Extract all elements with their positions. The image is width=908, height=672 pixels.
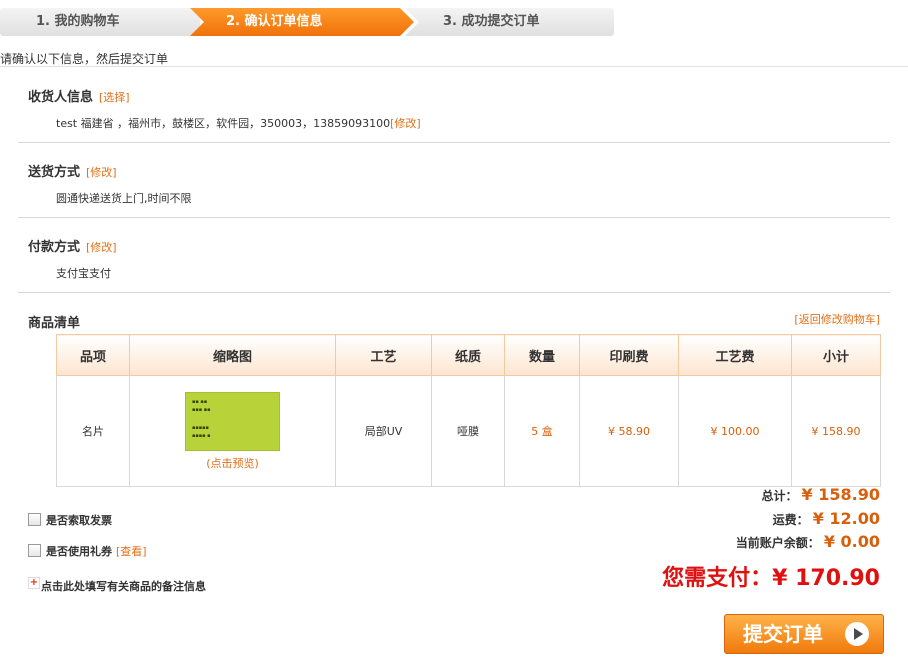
divider — [18, 217, 890, 218]
goods-section-title: 商品清单 — [28, 316, 81, 331]
thumbnail-cell: ▪▪ ▪▪ ▪▪▪ ▪▪ ▪▪▪▪▪ ▪▪▪▪ ▪ (点击预览) — [129, 375, 336, 487]
add-icon[interactable]: + — [28, 577, 40, 589]
table-row: 名片 ▪▪ ▪▪ ▪▪▪ ▪▪ ▪▪▪▪▪ ▪▪▪▪ ▪ (点击预览) 局部UV… — [56, 375, 881, 487]
paper-cell: 哑膜 — [431, 375, 505, 487]
col-header: 工艺费 — [678, 334, 792, 376]
col-header: 小计 — [791, 334, 881, 376]
col-header: 数量 — [504, 334, 580, 376]
goods-table: 品项 缩略图 工艺 纸质 数量 印刷费 工艺费 小计 名片 ▪▪ ▪▪ ▪▪▪ … — [56, 334, 881, 487]
receiver-section-title: 收货人信息 [选择] — [28, 90, 130, 105]
shipping-method: 圆通快递送货上门,时间不限 — [56, 192, 192, 205]
instruction-note: 请确认以下信息，然后提交订单 — [0, 52, 169, 66]
balance-amount: ¥ 0.00 — [823, 532, 880, 551]
receiver-info: test 福建省 ，福州市，鼓楼区，软件园，350003，13859093100… — [56, 117, 421, 130]
payment-section-title: 付款方式 [修改] — [28, 240, 117, 255]
total-line: 总计： ¥ 158.90 — [761, 485, 880, 504]
divider — [0, 66, 908, 67]
payment-method: 支付宝支付 — [56, 267, 111, 280]
step-cart[interactable]: 1. 我的购物车 — [0, 8, 200, 36]
back-to-cart-link[interactable]: [返回修改购物车] — [794, 311, 880, 327]
col-header: 品项 — [56, 334, 130, 376]
freight-amount: ¥ 12.00 — [812, 509, 880, 528]
divider — [18, 142, 890, 143]
amount-due-value: ¥ 170.90 — [772, 566, 880, 591]
coupon-label: 是否使用礼券 [查看] — [46, 545, 147, 558]
remark-link[interactable]: 点击此处填写有关商品的备注信息 — [41, 578, 206, 594]
step-submitted: 3. 成功提交订单 — [405, 8, 614, 36]
payment-modify-link[interactable]: [修改] — [86, 241, 117, 254]
submit-order-button[interactable]: 提交订单 — [724, 614, 884, 654]
amount-due: 您需支付：¥ 170.90 — [662, 566, 880, 591]
balance-line: 当前账户余额： ¥ 0.00 — [735, 532, 880, 551]
table-header-row: 品项 缩略图 工艺 纸质 数量 印刷费 工艺费 小计 — [56, 334, 881, 376]
print-fee-cell: ¥ 58.90 — [579, 375, 679, 487]
craft-cell: 局部UV — [335, 375, 432, 487]
col-header: 纸质 — [431, 334, 505, 376]
preview-link[interactable]: (点击预览) — [131, 455, 334, 471]
freight-line: 运费： ¥ 12.00 — [772, 509, 880, 528]
col-header: 缩略图 — [129, 334, 336, 376]
col-header: 工艺 — [335, 334, 432, 376]
col-header: 印刷费 — [579, 334, 679, 376]
shipping-section-title: 送货方式 [修改] — [28, 165, 117, 180]
divider — [18, 292, 890, 293]
business-card-thumbnail[interactable]: ▪▪ ▪▪ ▪▪▪ ▪▪ ▪▪▪▪▪ ▪▪▪▪ ▪ — [185, 391, 280, 451]
receiver-modify-link[interactable]: [修改] — [390, 117, 421, 130]
craft-fee-cell: ¥ 100.00 — [678, 375, 792, 487]
play-arrow-icon — [845, 622, 869, 646]
checkout-steps: 1. 我的购物车 2. 确认订单信息 3. 成功提交订单 — [0, 8, 614, 36]
receiver-select-link[interactable]: [选择] — [99, 91, 130, 104]
item-name: 名片 — [56, 375, 130, 487]
step-confirm: 2. 确认订单信息 — [190, 8, 414, 36]
subtotal-cell: ¥ 158.90 — [791, 375, 881, 487]
coupon-checkbox[interactable] — [28, 544, 41, 557]
coupon-view-link[interactable]: [查看] — [116, 545, 147, 558]
shipping-modify-link[interactable]: [修改] — [86, 166, 117, 179]
quantity-cell: 5 盒 — [504, 375, 580, 487]
invoice-checkbox[interactable] — [28, 513, 41, 526]
total-amount: ¥ 158.90 — [801, 485, 880, 504]
invoice-label: 是否索取发票 — [46, 514, 112, 527]
